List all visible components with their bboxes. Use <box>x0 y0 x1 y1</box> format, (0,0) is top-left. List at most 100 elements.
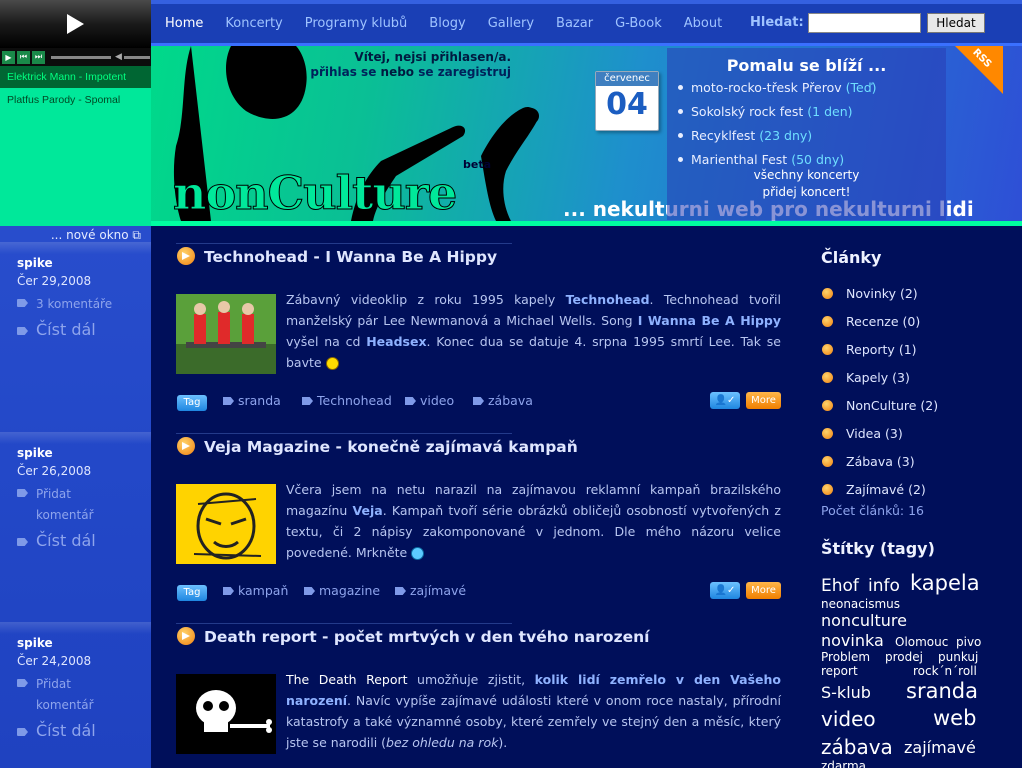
register-link[interactable]: se zaregistruj <box>418 65 511 79</box>
cloud-tag[interactable]: prodej <box>885 650 923 664</box>
seek-bar[interactable] <box>51 55 111 59</box>
new-window-link[interactable]: ... nové okno ⧉ <box>0 228 151 243</box>
tag-link[interactable]: video <box>405 393 454 408</box>
user-icon[interactable]: 👤✓ <box>710 582 740 599</box>
author-name: spike <box>17 446 53 460</box>
nav-gallery[interactable]: Gallery <box>488 16 534 31</box>
category-name: Kapely <box>846 370 889 385</box>
nav-bazar[interactable]: Bazar <box>556 16 593 31</box>
tag-link[interactable]: sranda <box>223 393 281 408</box>
tag-button[interactable]: Tag <box>177 395 207 411</box>
read-more-link[interactable]: Číst dál <box>17 531 147 550</box>
cloud-tag[interactable]: rock´n´roll <box>913 664 977 678</box>
cloud-tag[interactable]: report <box>821 664 858 678</box>
play-small-icon[interactable]: ▶ <box>2 50 15 64</box>
category-item[interactable]: Zábava (3) <box>822 454 915 469</box>
nav-koncerty[interactable]: Koncerty <box>225 16 282 31</box>
category-item[interactable]: Recenze (0) <box>821 314 921 329</box>
cloud-tag[interactable]: video <box>821 707 876 731</box>
cloud-tag[interactable]: zdarma <box>821 759 866 768</box>
cloud-tag[interactable]: sranda <box>906 679 978 703</box>
music-player: ▶ ⏮ ⏭ ◀ Elektrick Mann - Impotent Platfu… <box>0 0 151 226</box>
comments-link[interactable]: 3 komentáře <box>17 294 147 315</box>
article-italic: bez ohledu na rok <box>386 735 499 750</box>
nav-programy-klubu[interactable]: Programy klubů <box>305 16 408 31</box>
search-label: Hledat: <box>750 15 804 30</box>
cloud-tag[interactable]: kapela <box>910 571 980 595</box>
tag-link[interactable]: kampaň <box>223 583 288 598</box>
search-input[interactable] <box>808 13 921 33</box>
upcoming-item[interactable]: Sokolský rock fest (1 den) <box>678 104 853 119</box>
category-item[interactable]: Reporty (1) <box>822 342 917 357</box>
read-more-link[interactable]: Číst dál <box>17 721 147 740</box>
category-count: (0) <box>902 314 921 329</box>
site-logo[interactable]: nonCulture <box>172 166 457 221</box>
player-display <box>0 0 151 48</box>
cloud-tag[interactable]: nonculture <box>821 611 907 630</box>
category-count: (1) <box>898 342 917 357</box>
comments-label: Přidat komentář <box>36 677 94 712</box>
cloud-tag[interactable]: punkuj <box>938 650 978 664</box>
read-more-link[interactable]: Číst dál <box>17 320 147 339</box>
more-button[interactable]: More <box>746 392 781 409</box>
tag-link[interactable]: zajímavé <box>395 583 466 598</box>
previous-icon[interactable]: ⏮ <box>17 50 30 64</box>
nav-about[interactable]: About <box>684 16 722 31</box>
cloud-tag[interactable]: Ehof <box>821 576 859 596</box>
tag-link[interactable]: Technohead <box>302 393 392 408</box>
article-bullet-icon <box>177 627 195 645</box>
tag-link[interactable]: zábava <box>473 393 533 408</box>
article-title[interactable]: Death report - počet mrtvých v den tvého… <box>204 628 649 646</box>
article-thumbnail[interactable] <box>176 294 276 374</box>
welcome-message: Vítej, nejsi přihlasen/a. přihlas se neb… <box>301 50 511 80</box>
category-count: (2) <box>908 482 926 497</box>
cloud-tag[interactable]: zábava <box>821 735 893 759</box>
article-link[interactable]: The Death Report <box>286 672 408 687</box>
all-concerts-link[interactable]: všechny koncerty <box>667 168 946 182</box>
search-button[interactable]: Hledat <box>927 13 985 33</box>
category-item[interactable]: Zajímavé (2) <box>822 482 926 497</box>
nav-blogy[interactable]: Blogy <box>429 16 465 31</box>
upcoming-item[interactable]: Marienthal Fest (50 dny) <box>677 152 844 167</box>
article-thumbnail[interactable] <box>176 674 276 754</box>
cloud-tag[interactable]: web <box>933 706 976 730</box>
cloud-tag[interactable]: info <box>868 576 900 596</box>
nav-home[interactable]: Home <box>165 16 203 31</box>
nav-gbook[interactable]: G-Book <box>615 16 662 31</box>
article-thumbnail[interactable] <box>176 484 276 564</box>
article-body: Zábavný videoklip z roku 1995 kapely Tec… <box>286 289 781 373</box>
category-item[interactable]: Novinky (2) <box>822 286 918 301</box>
concert-when: (23 dny) <box>759 128 813 143</box>
category-count: (2) <box>920 398 939 413</box>
comments-link[interactable]: Přidat komentář <box>17 484 107 526</box>
cloud-tag[interactable]: pivo <box>956 635 981 649</box>
login-link[interactable]: přihlas se <box>310 65 376 79</box>
article-title[interactable]: Veja Magazine - konečně zajímavá kampaň <box>204 438 578 456</box>
category-item[interactable]: NonCulture (2) <box>821 398 939 413</box>
arrow-icon <box>17 538 28 546</box>
tag-link[interactable]: magazine <box>304 583 380 598</box>
upcoming-item[interactable]: Recyklfest (23 dny) <box>677 128 813 143</box>
cloud-tag[interactable]: zajímavé <box>904 738 976 757</box>
cloud-tag[interactable]: S-klub <box>821 683 871 702</box>
category-item[interactable]: Videa (3) <box>822 426 903 441</box>
tag-button[interactable]: Tag <box>177 585 207 601</box>
category-name: Recenze <box>846 314 899 329</box>
cloud-tag[interactable]: neonacismus <box>821 597 900 611</box>
article-title[interactable]: Technohead - I Wanna Be A Hippy <box>204 248 497 266</box>
user-icon[interactable]: 👤✓ <box>710 392 740 409</box>
next-icon[interactable]: ⏭ <box>32 50 45 64</box>
play-icon[interactable] <box>67 14 84 34</box>
playlist-track[interactable]: Elektrick Mann - Impotent <box>0 66 151 88</box>
cloud-tag[interactable]: Problem <box>821 650 870 664</box>
playlist-track[interactable]: Platfus Parody - Spomal <box>0 89 151 111</box>
more-button[interactable]: More <box>746 582 781 599</box>
comments-link[interactable]: Přidat komentář <box>17 674 107 716</box>
cloud-tag[interactable]: novinka <box>821 631 884 650</box>
add-concert-link[interactable]: přidej koncert! <box>667 185 946 199</box>
upcoming-item[interactable]: moto-rocko-třesk Přerov (Teď) <box>678 80 877 95</box>
category-item[interactable]: Kapely (3) <box>822 370 910 385</box>
cloud-tag[interactable]: Olomouc <box>895 635 948 649</box>
volume-slider[interactable] <box>123 55 150 59</box>
article-highlight: I Wanna Be A Hippy <box>637 313 781 328</box>
